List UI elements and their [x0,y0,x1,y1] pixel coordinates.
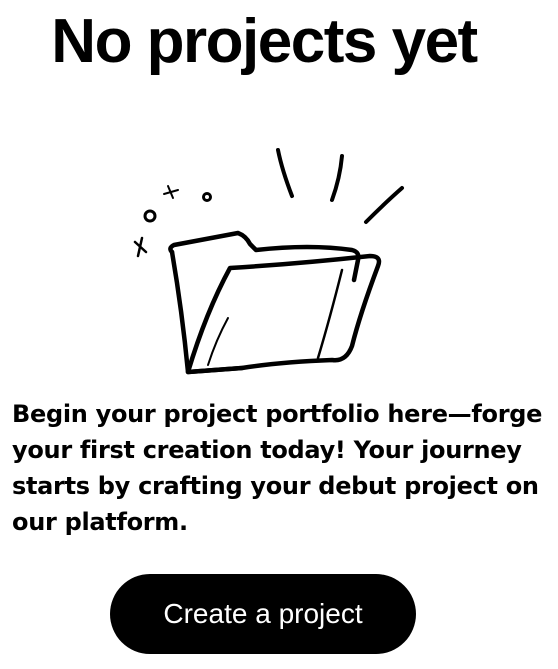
page-title: No projects yet [51,7,478,76]
create-project-button[interactable]: Create a project [110,574,416,654]
empty-folder-illustration [120,140,420,390]
empty-state-description: Begin your project portfolio here—forge … [12,400,543,536]
open-folder-icon [133,148,404,375]
